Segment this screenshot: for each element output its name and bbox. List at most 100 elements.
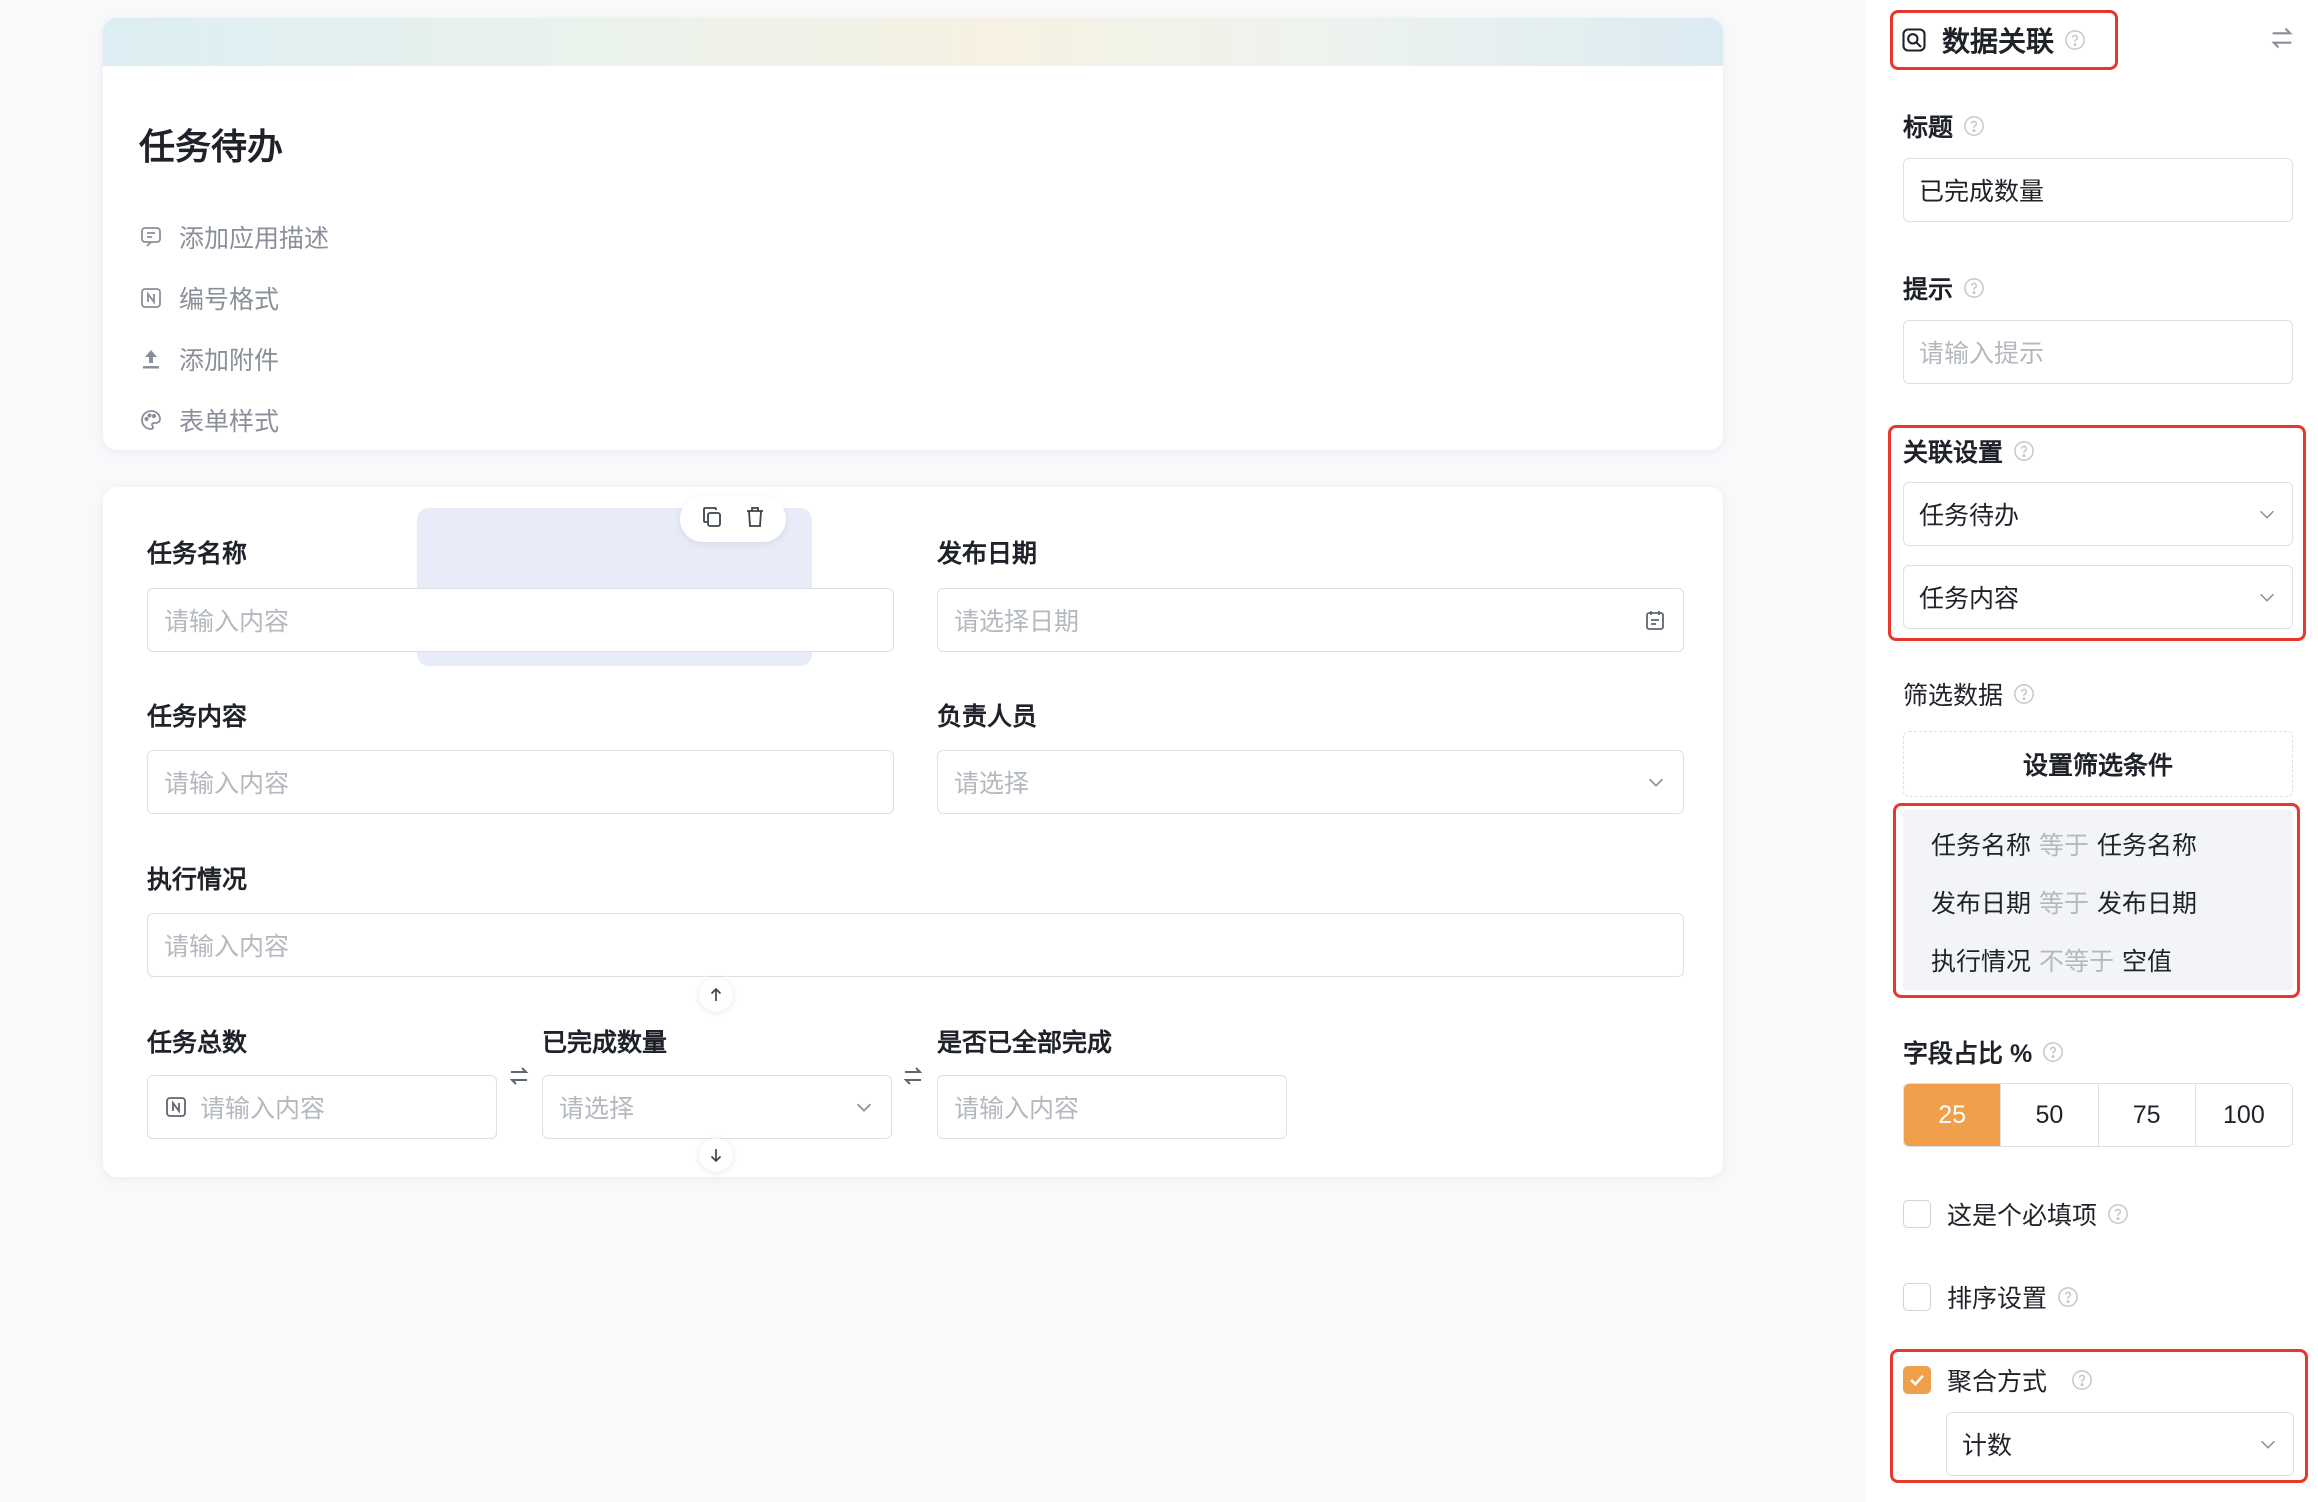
condition-left: 任务名称	[1931, 832, 2032, 860]
required-checkbox[interactable]	[1903, 1200, 1931, 1228]
completed-count-label: 已完成数量	[542, 1029, 668, 1057]
execution-input[interactable]: 请输入内容	[147, 913, 1684, 977]
width-option-50[interactable]: 50	[2000, 1084, 2098, 1146]
condition-operator: 等于	[2039, 832, 2090, 860]
input-placeholder: 请输入内容	[200, 1095, 326, 1123]
title-input[interactable]: 已完成数量	[1903, 158, 2293, 222]
width-option-75[interactable]: 75	[2097, 1084, 2195, 1146]
sort-checkbox[interactable]	[1903, 1283, 1931, 1311]
condition-left: 执行情况	[1931, 948, 2032, 976]
comment-icon	[141, 226, 161, 247]
hint-input[interactable]: 请输入提示	[1903, 320, 2293, 384]
title-label: 标题	[1903, 108, 1985, 144]
help-icon[interactable]	[2013, 440, 2035, 462]
chevron-down-icon	[2257, 1433, 2279, 1455]
width-ratio-segmented: 25 50 75 100	[1903, 1083, 2293, 1147]
meta-item-label: 表单样式	[179, 407, 280, 436]
help-icon[interactable]	[2107, 1203, 2129, 1225]
filter-label: 筛选数据	[1903, 676, 2035, 712]
chevron-down-icon	[1645, 771, 1667, 793]
swap-left-icon[interactable]	[507, 1064, 531, 1088]
hint-label: 提示	[1903, 270, 1985, 306]
link-settings-label: 关联设置	[1903, 433, 2035, 469]
owner-select[interactable]: 请选择	[937, 750, 1684, 814]
aggregate-option[interactable]: 聚合方式	[1903, 1362, 2093, 1398]
add-description-link[interactable]: 添加应用描述	[139, 206, 329, 267]
app-meta-list: 添加应用描述 编号格式 添加附件 表单样式	[139, 206, 329, 450]
chevron-down-icon	[2256, 503, 2278, 525]
move-up-button[interactable]	[699, 978, 733, 1012]
aggregate-checkbox[interactable]	[1903, 1366, 1931, 1394]
sort-option[interactable]: 排序设置	[1903, 1279, 2079, 1315]
chevron-down-icon	[2256, 586, 2278, 608]
completed-count-select[interactable]: 请选择	[542, 1075, 892, 1139]
numbering-icon	[141, 287, 161, 308]
publish-date-picker[interactable]: 请选择日期	[937, 588, 1684, 652]
link-form-value: 任务待办	[1919, 502, 2020, 530]
help-icon[interactable]	[2013, 683, 2035, 705]
task-total-label: 任务总数	[147, 1029, 248, 1057]
help-icon[interactable]	[1963, 115, 1985, 137]
input-placeholder: 请选择	[954, 770, 1030, 798]
app-header-card: 任务待办 添加应用描述 编号格式 添加附件 表单样式	[103, 18, 1723, 450]
width-option-25[interactable]: 25	[1904, 1084, 2001, 1146]
header-banner	[103, 18, 1723, 66]
filter-condition-row[interactable]: 任务名称 等于 任务名称	[1931, 826, 2197, 862]
filter-label-text: 筛选数据	[1903, 682, 2004, 710]
panel-title: 数据关联	[1942, 26, 2055, 57]
swap-right-icon[interactable]	[901, 1064, 925, 1088]
upload-icon	[143, 349, 159, 368]
task-content-input[interactable]: 请输入内容	[147, 750, 894, 814]
all-completed-input[interactable]: 请输入内容	[937, 1075, 1287, 1139]
width-ratio-label: 字段占比 %	[1903, 1034, 2064, 1070]
input-placeholder: 请输入内容	[164, 770, 290, 798]
task-name-label: 任务名称	[147, 540, 248, 568]
palette-icon	[141, 409, 161, 430]
title-input-value: 已完成数量	[1919, 178, 2045, 206]
filter-condition-row[interactable]: 执行情况 不等于 空值	[1931, 942, 2172, 978]
numbering-format-link[interactable]: 编号格式	[139, 267, 329, 328]
add-attachment-link[interactable]: 添加附件	[139, 328, 329, 389]
help-icon[interactable]	[2042, 1041, 2064, 1063]
publish-date-label: 发布日期	[937, 540, 1038, 568]
aggregate-label: 聚合方式	[1947, 1368, 2048, 1396]
help-icon[interactable]	[1963, 277, 1985, 299]
condition-operator: 不等于	[2039, 948, 2115, 976]
title-label-text: 标题	[1903, 114, 1954, 142]
condition-right: 任务名称	[2097, 832, 2198, 860]
set-filter-button[interactable]: 设置筛选条件	[1903, 731, 2293, 797]
required-option[interactable]: 这是个必填项	[1903, 1196, 2129, 1232]
link-settings-label-text: 关联设置	[1903, 439, 2004, 467]
help-icon[interactable]	[2057, 1286, 2079, 1308]
meta-item-label: 添加应用描述	[179, 224, 330, 253]
check-icon	[1910, 1374, 1924, 1386]
task-total-input[interactable]: 请输入内容	[147, 1075, 497, 1139]
condition-left: 发布日期	[1931, 890, 2032, 918]
copy-icon[interactable]	[700, 505, 724, 534]
help-icon[interactable]	[2064, 29, 2086, 51]
condition-right: 发布日期	[2097, 890, 2198, 918]
app-title[interactable]: 任务待办	[139, 118, 283, 170]
input-placeholder: 请输入内容	[954, 1095, 1080, 1123]
panel-header: 数据关联	[1900, 20, 2086, 60]
arrow-down-icon	[710, 1149, 722, 1163]
calendar-icon	[1643, 608, 1667, 632]
aggregate-select[interactable]: 计数	[1946, 1412, 2294, 1476]
link-field-select[interactable]: 任务内容	[1903, 565, 2293, 629]
link-field-value: 任务内容	[1919, 585, 2020, 613]
data-link-icon	[1900, 26, 1928, 54]
filter-condition-row[interactable]: 发布日期 等于 发布日期	[1931, 884, 2197, 920]
execution-label: 执行情况	[147, 866, 248, 894]
sort-label: 排序设置	[1947, 1285, 2048, 1313]
aggregate-value: 计数	[1962, 1432, 2013, 1460]
move-down-button[interactable]	[699, 1138, 733, 1172]
switch-field-type-icon[interactable]	[2268, 24, 2296, 57]
help-icon[interactable]	[2071, 1369, 2093, 1391]
chevron-down-icon	[853, 1096, 875, 1118]
task-name-input[interactable]: 请输入内容	[147, 588, 894, 652]
form-style-link[interactable]: 表单样式	[139, 389, 329, 450]
link-form-select[interactable]: 任务待办	[1903, 482, 2293, 546]
delete-icon[interactable]	[743, 505, 767, 534]
width-option-100[interactable]: 100	[2194, 1084, 2292, 1146]
number-field-icon	[164, 1095, 188, 1119]
